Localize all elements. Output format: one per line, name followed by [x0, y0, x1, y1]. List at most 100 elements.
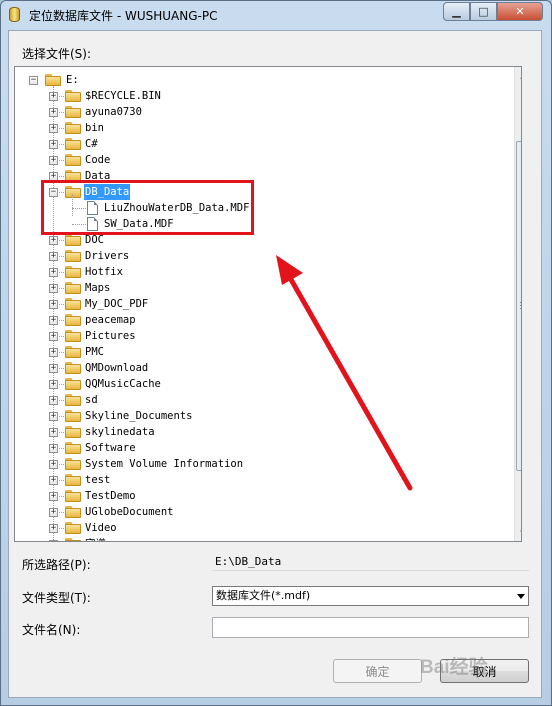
folder-icon — [65, 234, 81, 246]
tree-item-label: skylinedata — [85, 426, 155, 438]
expand-icon[interactable]: + — [49, 476, 58, 485]
baidu-watermark: Bai经验 — [420, 657, 488, 678]
expand-icon[interactable]: + — [49, 428, 58, 437]
expand-icon[interactable]: + — [49, 300, 58, 309]
expand-icon[interactable]: + — [49, 348, 58, 357]
scroll-up-icon[interactable]: ▲ — [515, 67, 521, 84]
tree-folder-item[interactable]: + System Volume Information — [15, 456, 505, 472]
expand-icon[interactable]: + — [49, 108, 58, 117]
collapse-icon[interactable]: − — [29, 76, 38, 85]
folder-icon — [65, 330, 81, 342]
expand-icon[interactable]: + — [49, 332, 58, 341]
folder-icon — [65, 154, 81, 166]
expand-icon[interactable]: + — [49, 508, 58, 517]
expand-icon[interactable]: + — [49, 156, 58, 165]
folder-icon — [65, 346, 81, 358]
tree-item-label: Maps — [85, 282, 111, 294]
maximize-button[interactable]: □ — [470, 2, 497, 21]
expand-icon[interactable]: + — [49, 140, 58, 149]
tree-item-label: test — [85, 474, 111, 486]
expand-icon[interactable]: + — [49, 396, 58, 405]
scroll-thumb[interactable] — [516, 141, 521, 471]
folder-icon — [65, 394, 81, 406]
tree-scrollbar[interactable]: ▲ ▼ — [514, 67, 521, 541]
tree-item-label: QQMusicCache — [85, 378, 161, 390]
tree-folder-item[interactable]: + skylinedata — [15, 424, 505, 440]
database-icon — [9, 7, 20, 22]
expand-icon[interactable]: + — [49, 460, 58, 469]
tree-item-label: Code — [85, 154, 111, 166]
tree-item-label: $RECYCLE.BIN — [85, 90, 161, 102]
tree-folder-item[interactable]: + sd — [15, 392, 505, 408]
folder-icon — [65, 426, 81, 438]
tree-item-label: PMC — [85, 346, 104, 358]
tree-folder-item[interactable]: + UGlobeDocument — [15, 504, 505, 520]
folder-icon — [65, 138, 81, 150]
expand-icon[interactable]: + — [49, 492, 58, 501]
window-title: 定位数据库文件 - WUSHUANG-PC — [29, 9, 218, 23]
folder-icon — [65, 378, 81, 390]
tree-folder-item[interactable]: + QQMusicCache — [15, 376, 505, 392]
minimize-button[interactable]: ▁ — [443, 2, 470, 21]
tree-folder-item[interactable]: + Software — [15, 440, 505, 456]
dropdown-arrow-icon[interactable] — [517, 594, 525, 599]
expand-icon[interactable]: + — [49, 524, 58, 533]
tree-item-label: TestDemo — [85, 490, 136, 502]
tree-folder-item[interactable]: + bin — [15, 120, 505, 136]
folder-icon — [65, 266, 81, 278]
tree-folder-item[interactable]: + $RECYCLE.BIN — [15, 88, 505, 104]
ok-button[interactable]: 确定 — [333, 659, 422, 683]
folder-icon — [65, 90, 81, 102]
file-type-value: 数据库文件(*.mdf) — [216, 589, 311, 602]
tree-folder-item[interactable]: + Drivers — [15, 248, 505, 264]
tree-folder-item[interactable]: + 宾谱 — [15, 536, 505, 541]
expand-icon[interactable]: + — [49, 124, 58, 133]
tree-folder-item[interactable]: + Maps — [15, 280, 505, 296]
folder-icon — [65, 410, 81, 422]
expand-icon[interactable]: + — [49, 252, 58, 261]
tree-item-label: bin — [85, 122, 104, 134]
selected-path-label: 所选路径(P): — [22, 558, 91, 572]
tree-folder-item[interactable]: + test — [15, 472, 505, 488]
expand-icon[interactable]: + — [49, 316, 58, 325]
expand-icon[interactable]: + — [49, 540, 58, 541]
expand-icon[interactable]: + — [49, 236, 58, 245]
expand-icon[interactable]: + — [49, 364, 58, 373]
tree-folder-item[interactable]: + Hotfix — [15, 264, 505, 280]
expand-icon[interactable]: + — [49, 380, 58, 389]
tree-folder-item[interactable]: + Code — [15, 152, 505, 168]
file-type-select[interactable]: 数据库文件(*.mdf) — [212, 586, 529, 606]
title-bar[interactable]: 定位数据库文件 - WUSHUANG-PC ▁ □ ✕ — [1, 1, 551, 29]
file-name-label: 文件名(N): — [22, 623, 81, 637]
tree-folder-item[interactable]: + ayuna0730 — [15, 104, 505, 120]
expand-icon[interactable]: + — [49, 412, 58, 421]
tree-folder-item[interactable]: + My_DOC_PDF — [15, 296, 505, 312]
expand-icon[interactable]: + — [49, 444, 58, 453]
tree-folder-item[interactable]: + Skyline_Documents — [15, 408, 505, 424]
tree-item-label: 宾谱 — [84, 536, 107, 541]
close-button[interactable]: ✕ — [497, 2, 543, 21]
tree-folder-item[interactable]: + QMDownload — [15, 360, 505, 376]
tree-folder-item[interactable]: + C# — [15, 136, 505, 152]
folder-icon — [65, 362, 81, 374]
tree-folder-item[interactable]: + Video — [15, 520, 505, 536]
tree-folder-item[interactable]: + Pictures — [15, 328, 505, 344]
tree-folder-item[interactable]: + TestDemo — [15, 488, 505, 504]
tree-folder-item[interactable]: + PMC — [15, 344, 505, 360]
file-tree[interactable]: ▲ ▼ − E: + $RECYCLE.BIN + ayuna0730 + bin + C# + Co… — [14, 66, 522, 542]
tree-root[interactable]: − E: — [15, 72, 505, 88]
folder-icon — [65, 250, 81, 262]
select-file-label: 选择文件(S): — [22, 47, 92, 61]
tree-item-label: E: — [66, 74, 79, 86]
tree-folder-item[interactable]: + peacemap — [15, 312, 505, 328]
expand-icon[interactable]: + — [49, 92, 58, 101]
scroll-down-icon[interactable]: ▼ — [515, 524, 521, 541]
tree-item-label: Drivers — [85, 250, 130, 262]
folder-icon — [65, 442, 81, 454]
folder-icon — [65, 122, 81, 134]
file-name-input[interactable] — [212, 617, 529, 638]
folder-icon — [65, 458, 81, 470]
tree-item-label: Hotfix — [85, 266, 123, 278]
expand-icon[interactable]: + — [49, 268, 58, 277]
expand-icon[interactable]: + — [49, 284, 58, 293]
